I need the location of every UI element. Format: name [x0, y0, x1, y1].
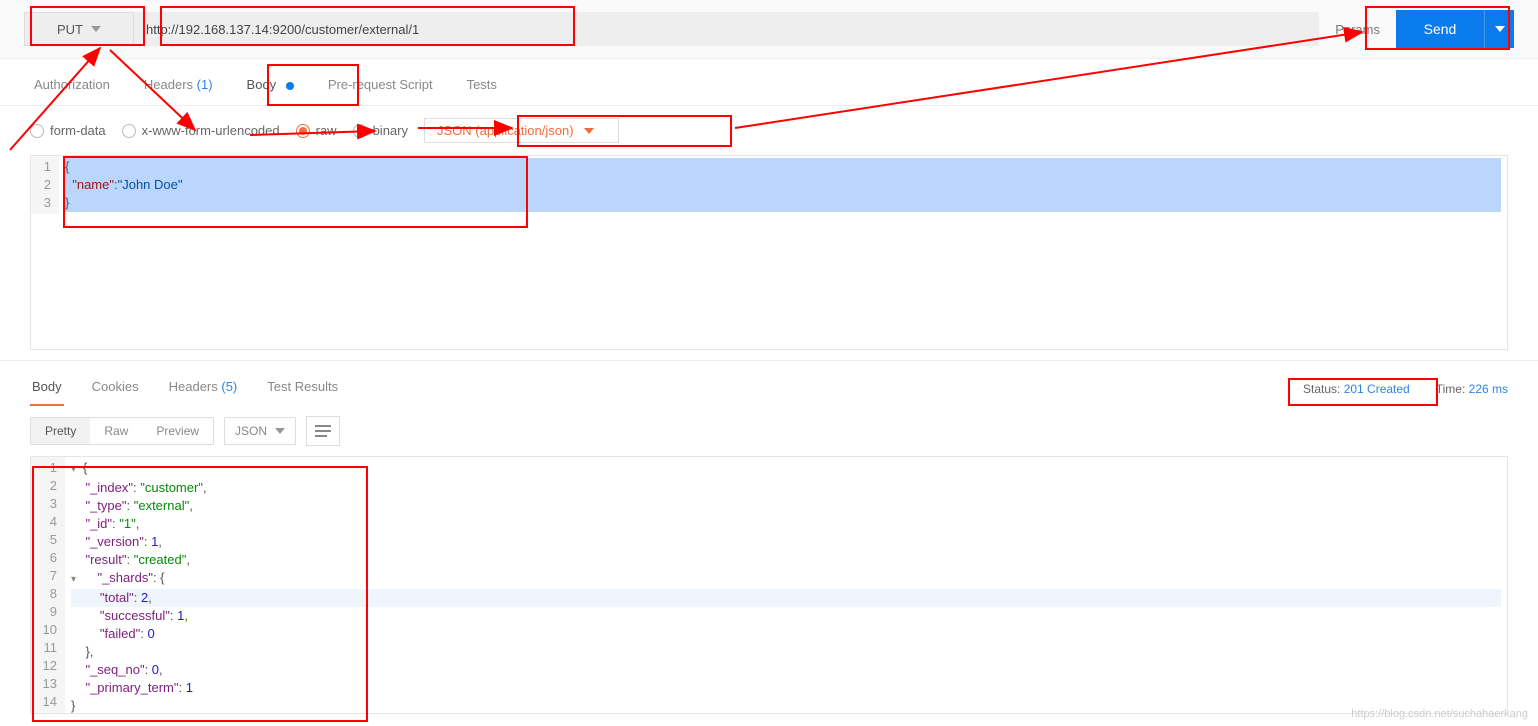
code-area: ▾{ "_index": "customer", "_type": "exter… [65, 457, 1507, 714]
content-type-select[interactable]: JSON (application/json) [424, 118, 619, 143]
wrap-icon [315, 430, 331, 432]
line-gutter: 1234567891011121314 [31, 457, 65, 714]
content-type-label: JSON (application/json) [437, 123, 574, 138]
response-tabs: Body Cookies Headers (5) Test Results [30, 371, 1303, 406]
radio-label: raw [316, 123, 337, 138]
resp-headers-count: (5) [221, 379, 237, 394]
params-button[interactable]: Params [1319, 12, 1396, 46]
radio-raw[interactable]: raw [296, 123, 337, 138]
headers-count: (1) [197, 77, 213, 92]
view-preview[interactable]: Preview [142, 418, 213, 444]
response-toolbar: Pretty Raw Preview JSON [0, 406, 1538, 456]
send-button[interactable]: Send [1396, 10, 1484, 48]
tab-tests[interactable]: Tests [463, 69, 501, 105]
format-label: JSON [235, 424, 267, 438]
tab-authorization[interactable]: Authorization [30, 69, 114, 105]
status-value: 201 Created [1344, 382, 1410, 396]
unsaved-indicator-icon [286, 82, 294, 90]
time-value: 226 ms [1469, 382, 1508, 396]
http-method-select[interactable]: PUT [24, 12, 134, 46]
response-bar: Body Cookies Headers (5) Test Results St… [0, 360, 1538, 406]
url-input[interactable] [134, 12, 1319, 46]
request-tabs: Authorization Headers (1) Body Pre-reque… [0, 59, 1538, 106]
status-label: Status: [1303, 382, 1340, 396]
response-format-select[interactable]: JSON [224, 417, 296, 445]
view-raw[interactable]: Raw [90, 418, 142, 444]
response-time: Time: 226 ms [1436, 382, 1508, 396]
tab-body-label: Body [247, 77, 277, 92]
request-bar: PUT Params Send [0, 0, 1538, 59]
tab-headers-label: Headers [144, 77, 193, 92]
resp-tab-cookies[interactable]: Cookies [90, 371, 141, 406]
response-body-viewer[interactable]: 1234567891011121314 ▾{ "_index": "custom… [30, 456, 1508, 714]
code-area[interactable]: { "name":"John Doe"} [59, 156, 1507, 214]
view-pretty[interactable]: Pretty [31, 418, 90, 444]
tab-prerequest[interactable]: Pre-request Script [324, 69, 437, 105]
radio-binary[interactable]: binary [353, 123, 408, 138]
tab-body[interactable]: Body [243, 69, 298, 105]
watermark: https://blog.csdn.net/suchahaerkang [1351, 708, 1528, 720]
radio-urlencoded[interactable]: x-www-form-urlencoded [122, 123, 280, 138]
radio-label: x-www-form-urlencoded [142, 123, 280, 138]
response-status: Status: 201 Created [1303, 382, 1410, 396]
resp-tab-headers-label: Headers [169, 379, 218, 394]
view-mode-group: Pretty Raw Preview [30, 417, 214, 445]
resp-tab-body[interactable]: Body [30, 371, 64, 406]
body-type-options: form-data x-www-form-urlencoded raw bina… [0, 106, 1538, 155]
response-meta: Status: 201 Created Time: 226 ms [1303, 382, 1508, 396]
radio-label: binary [373, 123, 408, 138]
wrap-lines-button[interactable] [306, 416, 340, 446]
chevron-down-icon [91, 26, 101, 32]
line-gutter: 123 [31, 156, 59, 214]
resp-tab-test-results[interactable]: Test Results [265, 371, 340, 406]
http-method-label: PUT [57, 22, 83, 37]
send-dropdown-button[interactable] [1484, 10, 1514, 48]
chevron-down-icon [275, 428, 285, 434]
radio-label: form-data [50, 123, 106, 138]
request-body-editor[interactable]: 123 { "name":"John Doe"} [30, 155, 1508, 350]
radio-form-data[interactable]: form-data [30, 123, 106, 138]
tab-headers[interactable]: Headers (1) [140, 69, 217, 105]
chevron-down-icon [1495, 26, 1505, 32]
resp-tab-headers[interactable]: Headers (5) [167, 371, 240, 406]
time-label: Time: [1436, 382, 1466, 396]
chevron-down-icon [584, 128, 594, 134]
